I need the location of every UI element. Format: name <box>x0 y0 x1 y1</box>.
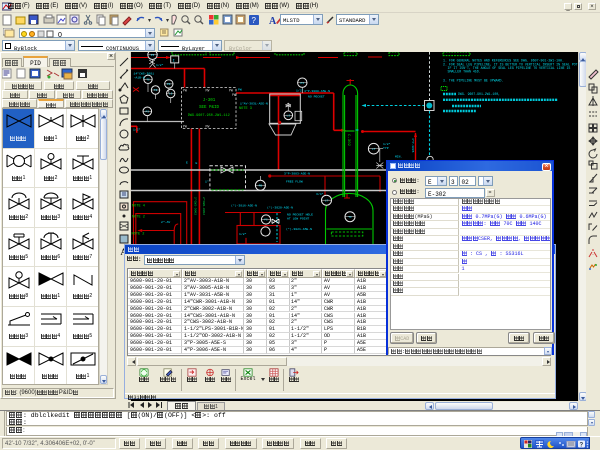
svg-text:MIN.: MIN. <box>395 156 402 159</box>
svg-text:3. THE PIPELINE MUST BE UPWARD: 3. THE PIPELINE MUST BE UPWARD. <box>443 79 504 83</box>
svg-text:1"AV-3031-A5E-N: 1"AV-3031-A5E-N <box>240 102 268 106</box>
svg-text:1/2": 1/2" <box>156 63 164 67</box>
svg-text:NOTE 2: NOTE 2 <box>132 233 145 237</box>
svg-text:FE: FE <box>259 184 263 187</box>
svg-text:3"P-3003-A5E-N: 3"P-3003-A5E-N <box>284 171 310 175</box>
svg-text:PW: PW <box>183 125 187 129</box>
svg-text:PI: PI <box>167 83 171 86</box>
svg-text:PW: PW <box>229 89 233 93</box>
svg-text:NOTE 4: NOTE 4 <box>132 205 145 209</box>
svg-text:NOTE 2: NOTE 2 <box>132 215 145 219</box>
svg-text:AT LOW POINT: AT LOW POINT <box>287 217 309 221</box>
svg-text:(*)-3020-A5E-N: (*)-3020-A5E-N <box>267 206 293 210</box>
svg-text:TYP: TYP <box>383 146 389 150</box>
svg-text:?: ? <box>252 16 257 25</box>
svg-text:SEE P&ID: SEE P&ID <box>199 106 220 110</box>
svg-text:1": 1" <box>205 180 209 184</box>
svg-text:DWG.9607-950-2W1-112: DWG.9607-950-2W1-112 <box>188 114 230 118</box>
svg-text:1/2": 1/2" <box>239 232 247 236</box>
svg-text:C-302: C-302 <box>346 134 350 147</box>
svg-text:2"CWS-3002: 2"CWS-3002 <box>194 197 198 215</box>
svg-text:-A1B-N: -A1B-N <box>134 75 145 79</box>
svg-text:J-301: J-301 <box>203 99 216 103</box>
svg-text:NOTE 3: NOTE 3 <box>239 107 252 111</box>
svg-text:TI: TI <box>146 78 150 81</box>
svg-text:(*)-3021-A5E-N: (*)-3021-A5E-N <box>286 227 312 231</box>
svg-text:4"P-3006: 4"P-3006 <box>411 138 415 153</box>
svg-text:1/2": 1/2" <box>296 89 304 93</box>
svg-text:E: E <box>186 161 188 165</box>
svg-text:2"-AV: 2"-AV <box>161 220 170 224</box>
svg-text:LI: LI <box>286 114 290 117</box>
svg-text:FREE FLOW: FREE FLOW <box>286 180 303 184</box>
svg-text:FI: FI <box>264 219 268 222</box>
svg-text:NO POCKET: NO POCKET <box>308 95 325 99</box>
svg-text:TI: TI <box>154 89 158 92</box>
svg-text:LT: LT <box>325 199 329 202</box>
svg-text:PW: PW <box>206 89 210 93</box>
svg-text:DWG. 9607-901-2W1-100,: DWG. 9607-901-2W1-100, <box>458 92 500 96</box>
svg-text:0: 0 <box>58 32 62 38</box>
svg-text:PW: PW <box>232 93 236 97</box>
svg-text:PW: PW <box>206 125 210 129</box>
svg-text:PW: PW <box>238 88 242 92</box>
svg-text:2"CWR-3002: 2"CWR-3002 <box>202 197 206 215</box>
svg-text:SMALLER THAN 45D.: SMALLER THAN 45D. <box>448 70 481 74</box>
svg-text:3/4": 3/4" <box>316 192 324 196</box>
svg-text:TI: TI <box>348 216 352 219</box>
svg-text:PI: PI <box>151 54 155 57</box>
svg-text:LI: LI <box>169 93 173 96</box>
svg-text:1/2": 1/2" <box>133 128 141 132</box>
svg-text:?: ? <box>580 442 584 448</box>
svg-text:(*)-3016-A5E-N: (*)-3016-A5E-N <box>231 204 257 208</box>
svg-text:I: I <box>173 60 175 64</box>
svg-text:PW: PW <box>183 89 187 93</box>
svg-text:A: A <box>269 16 277 27</box>
svg-text:E: E <box>196 161 198 165</box>
svg-text:4"P-3008-A5E-N: 4"P-3008-A5E-N <box>304 89 330 93</box>
svg-text:LT: LT <box>372 148 376 151</box>
svg-text:PI: PI <box>300 82 304 85</box>
svg-text:FI: FI <box>145 110 149 113</box>
